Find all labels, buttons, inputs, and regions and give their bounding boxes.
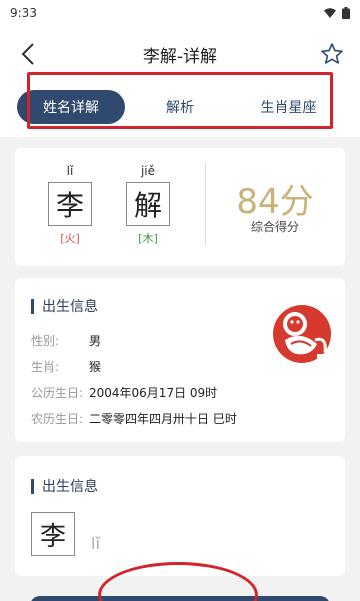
divider	[205, 162, 206, 246]
info-label: 生肖:	[31, 360, 60, 374]
battery-icon	[342, 7, 350, 19]
char-box: 李	[48, 182, 92, 226]
info-value: 男	[89, 334, 102, 348]
total-score: 84分	[236, 182, 314, 222]
char-box: 李	[31, 512, 75, 556]
section-title-text: 出生信息	[42, 479, 98, 495]
info-value: 2004年06月17日 09时	[89, 386, 218, 400]
bottom-action-button[interactable]	[30, 596, 330, 601]
status-bar: 9:33	[0, 0, 360, 26]
score-label: 综合得分	[250, 220, 299, 234]
char-block-2: jiě 解 [木]	[125, 164, 171, 246]
info-row-gender: 性别: 男	[31, 332, 101, 349]
info-value: 猴	[89, 360, 102, 374]
page-title: 李解-详解	[142, 47, 218, 67]
char-detail-card: 出生信息 李 lǐ	[15, 456, 345, 576]
tab-zodiac-constellation[interactable]: 生肖星座	[235, 90, 342, 124]
info-row-lunar-birthday: 农历生日: 二零零四年四月卅十日 巳时	[31, 410, 237, 427]
info-row-zodiac: 生肖: 猴	[31, 358, 101, 375]
tab-bar-area: 姓名详解 解析 生肖星座	[0, 82, 360, 137]
info-label: 公历生日:	[31, 386, 84, 400]
tab-analysis[interactable]: 解析	[125, 90, 235, 124]
char-pinyin: lǐ	[66, 164, 74, 178]
title-bar-marker	[31, 478, 34, 494]
name-score-card: lǐ 李 [火] jiě 解 [木] 84分 综合得分	[15, 148, 345, 266]
char-block-1: lǐ 李 [火]	[47, 164, 93, 246]
section-title: 出生信息	[31, 476, 98, 496]
info-value: 二零零四年四月卅十日 巳时	[89, 412, 237, 426]
info-row-solar-birthday: 公历生日: 2004年06月17日 09时	[31, 384, 217, 401]
birth-info-card: 出生信息 性别: 男 生肖: 猴 公历生日: 2004年06月17日 09时 农…	[15, 278, 345, 442]
star-icon	[321, 43, 343, 64]
section-title-text: 出生信息	[42, 299, 98, 315]
info-label: 性别:	[31, 334, 60, 348]
char-pinyin: lǐ	[91, 534, 100, 553]
app-bar: 李解-详解	[0, 26, 360, 82]
char-box: 解	[126, 182, 170, 226]
tab-name-detail[interactable]: 姓名详解	[17, 90, 125, 124]
status-icons	[324, 7, 350, 19]
status-time: 9:33	[10, 6, 37, 20]
char-pinyin: jiě	[140, 164, 156, 178]
tab-bar: 姓名详解 解析 生肖星座	[17, 87, 342, 127]
title-bar-marker	[31, 298, 34, 314]
monkey-seal-icon	[273, 305, 331, 363]
favorite-button[interactable]	[318, 40, 346, 68]
info-label: 农历生日:	[31, 412, 84, 426]
wifi-icon	[324, 8, 336, 18]
char-element: [木]	[138, 232, 158, 245]
char-element: [火]	[60, 232, 80, 245]
section-title: 出生信息	[31, 296, 98, 316]
